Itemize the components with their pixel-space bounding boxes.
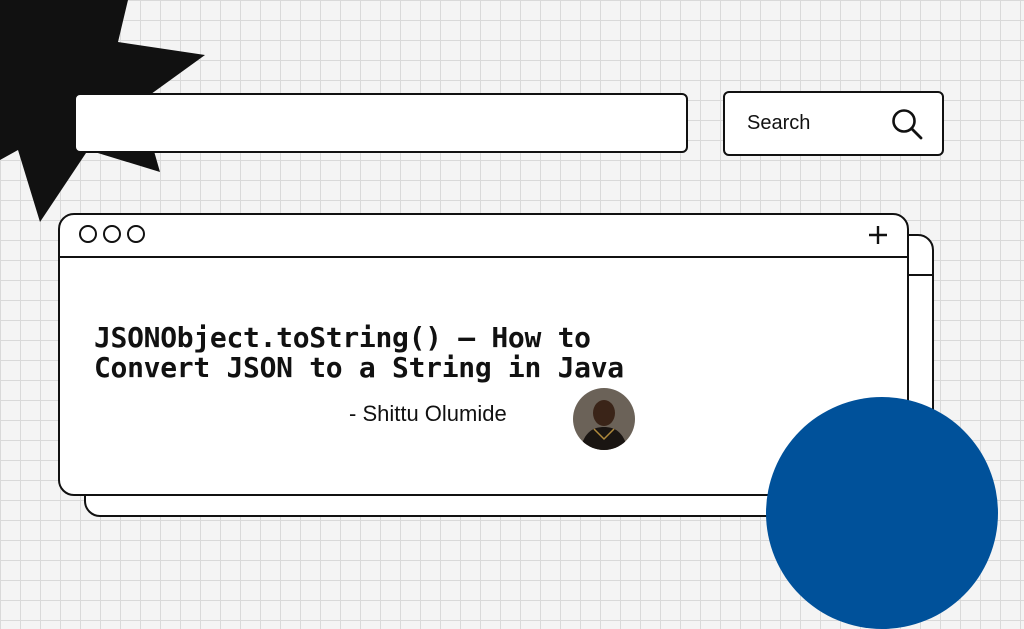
article-title-line1: JSONObject.toString() – How to [94, 321, 591, 354]
address-bar[interactable] [74, 93, 688, 153]
accent-circle [766, 397, 998, 629]
window-dot[interactable] [103, 225, 121, 243]
article-title: JSONObject.toString() – How to Convert J… [94, 323, 624, 383]
window-dots-icon [79, 225, 145, 243]
window-dot[interactable] [127, 225, 145, 243]
avatar [573, 388, 635, 450]
window-dot[interactable] [79, 225, 97, 243]
window-titlebar [60, 215, 907, 258]
article-title-line2: Convert JSON to a String in Java [94, 351, 624, 384]
search-box[interactable]: Search [723, 91, 944, 156]
search-icon[interactable] [890, 107, 924, 141]
search-label: Search [747, 112, 811, 134]
author-name: - Shittu Olumide [349, 401, 507, 426]
plus-icon[interactable] [867, 224, 889, 246]
